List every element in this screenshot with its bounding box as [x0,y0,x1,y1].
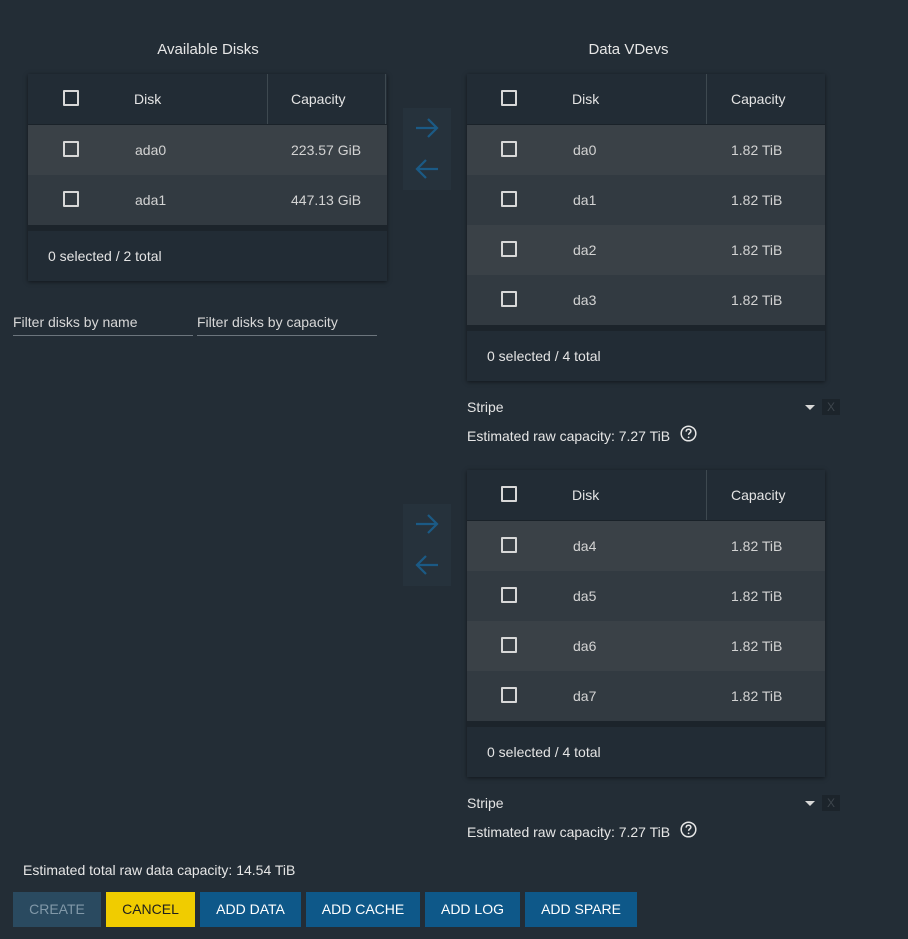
filter-by-capacity-input[interactable]: Filter disks by capacity [197,309,377,336]
select-all-checkbox[interactable] [501,90,517,106]
disk-capacity: 1.82 TiB [731,638,783,654]
row-checkbox[interactable] [501,537,517,553]
row-checkbox[interactable] [501,291,517,307]
disk-capacity: 1.82 TiB [731,588,783,604]
filter-by-name-input[interactable]: Filter disks by name [13,309,193,336]
add-data-button[interactable]: ADD DATA [200,892,301,927]
column-header-capacity[interactable]: Capacity [291,74,345,124]
table-row[interactable]: da1 1.82 TiB [467,175,825,225]
data-vdevs-title: Data VDevs [588,41,669,58]
table-row[interactable]: da3 1.82 TiB [467,275,825,325]
disk-name: da1 [573,192,597,208]
remove-vdev-button[interactable]: X [822,795,840,811]
row-checkbox[interactable] [63,141,79,157]
disk-name: da6 [573,638,597,654]
table-row[interactable]: da7 1.82 TiB [467,671,825,721]
column-header-capacity[interactable]: Capacity [731,470,785,520]
estimated-raw-capacity-text: Estimated raw capacity: 7.27 TiB [467,428,671,444]
table-header: Disk Capacity [467,470,825,521]
estimated-raw-capacity-text: Estimated raw capacity: 7.27 TiB [467,824,671,840]
table-row[interactable]: da5 1.82 TiB [467,571,825,621]
arrow-left-icon[interactable] [403,149,451,190]
total-estimated-capacity: Estimated total raw data capacity: 14.54… [23,862,296,878]
cancel-button[interactable]: CANCEL [106,892,195,927]
disk-capacity: 1.82 TiB [731,292,783,308]
selection-count: 0 selected / 4 total [487,744,601,760]
row-checkbox[interactable] [501,191,517,207]
add-log-button[interactable]: ADD LOG [425,892,520,927]
table-row[interactable]: da6 1.82 TiB [467,621,825,671]
disk-capacity: 1.82 TiB [731,688,783,704]
table-footer: 0 selected / 2 total [28,225,387,281]
row-checkbox[interactable] [63,191,79,207]
available-disks-table: Disk Capacity ada0 223.57 GiB ada1 447.1… [28,74,387,281]
estimated-raw-capacity: Estimated raw capacity: 7.27 TiB [467,425,697,444]
selection-count: 0 selected / 4 total [487,348,601,364]
vdev-layout-select[interactable]: Stripe [467,795,817,811]
vdev-layout-value: Stripe [467,399,504,415]
estimated-raw-capacity: Estimated raw capacity: 7.27 TiB [467,821,697,840]
add-cache-button[interactable]: ADD CACHE [306,892,420,927]
arrow-right-icon[interactable] [403,504,451,545]
chevron-down-icon [805,801,815,806]
disk-capacity: 1.82 TiB [731,192,783,208]
disk-name: ada1 [135,192,167,208]
row-checkbox[interactable] [501,687,517,703]
create-button[interactable]: CREATE [13,892,101,927]
table-row[interactable]: ada0 223.57 GiB [28,125,387,175]
arrow-right-icon[interactable] [403,108,451,149]
column-header-disk[interactable]: Disk [572,74,599,124]
select-all-checkbox[interactable] [501,486,517,502]
row-checkbox[interactable] [501,141,517,157]
row-checkbox[interactable] [501,241,517,257]
help-circle-icon[interactable] [680,821,697,838]
select-all-checkbox[interactable] [63,90,79,106]
disk-capacity: 1.82 TiB [731,538,783,554]
selection-count: 0 selected / 2 total [48,248,162,264]
remove-vdev-button[interactable]: X [822,399,840,415]
help-circle-icon[interactable] [680,425,697,442]
column-header-disk[interactable]: Disk [572,470,599,520]
move-buttons [403,108,451,190]
table-row[interactable]: da0 1.82 TiB [467,125,825,175]
disk-name: da0 [573,142,597,158]
add-spare-button[interactable]: ADD SPARE [525,892,637,927]
disk-capacity: 1.82 TiB [731,242,783,258]
disk-name: da3 [573,292,597,308]
disk-name: da2 [573,242,597,258]
disk-name: da7 [573,688,597,704]
table-header: Disk Capacity [28,74,387,125]
disk-capacity: 1.82 TiB [731,142,783,158]
row-checkbox[interactable] [501,587,517,603]
vdev-table: Disk Capacity da4 1.82 TiB da5 1.82 TiB … [467,470,825,777]
disk-capacity: 447.13 GiB [291,192,362,208]
disk-name: ada0 [135,142,167,158]
disk-capacity: 223.57 GiB [291,142,362,158]
disk-name: da5 [573,588,597,604]
arrow-left-icon[interactable] [403,545,451,586]
available-disks-title: Available Disks [157,41,259,58]
vdev-layout-select[interactable]: Stripe [467,399,817,415]
chevron-down-icon [805,405,815,410]
disk-name: da4 [573,538,597,554]
move-buttons [403,504,451,586]
table-footer: 0 selected / 4 total [467,325,825,381]
vdev-table: Disk Capacity da0 1.82 TiB da1 1.82 TiB … [467,74,825,381]
table-footer: 0 selected / 4 total [467,721,825,777]
row-checkbox[interactable] [501,637,517,653]
table-row[interactable]: da4 1.82 TiB [467,521,825,571]
table-row[interactable]: ada1 447.13 GiB [28,175,387,225]
column-header-disk[interactable]: Disk [134,74,161,124]
table-row[interactable]: da2 1.82 TiB [467,225,825,275]
table-header: Disk Capacity [467,74,825,125]
vdev-layout-value: Stripe [467,795,504,811]
column-header-capacity[interactable]: Capacity [731,74,785,124]
